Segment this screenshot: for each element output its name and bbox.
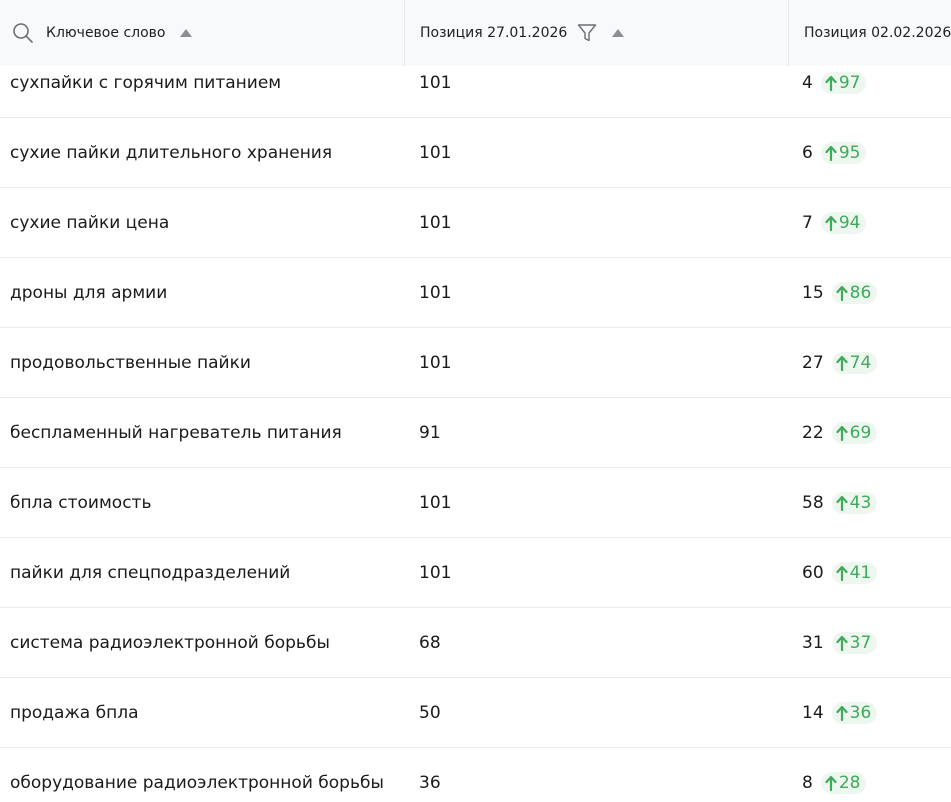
sort-asc-icon[interactable] [180, 29, 193, 37]
keyword-cell: сухие пайки длительного хранения [10, 142, 333, 163]
arrow-up-icon [836, 705, 848, 721]
position-2-value: 8 [802, 772, 813, 793]
table-row: дроны для армии 101 15 86 [0, 258, 951, 328]
position-2-cell: 31 37 [802, 608, 951, 677]
header-position-2-label[interactable]: Позиция 02.02.2026 [804, 25, 951, 41]
keyword-cell: продажа бпла [10, 702, 139, 723]
position-change-value: 95 [838, 142, 861, 163]
position-2-cell: 7 94 [802, 188, 951, 257]
position-1-cell: 101 [419, 492, 452, 513]
table-row: оборудование радиоэлектронной борьбы 36 … [0, 748, 951, 802]
position-2-cell: 14 36 [802, 678, 951, 747]
table-row: сухие пайки длительного хранения 101 6 9… [0, 118, 951, 188]
arrow-up-icon [825, 215, 837, 231]
position-change-badge: 41 [831, 561, 878, 584]
position-2-cell: 60 41 [802, 538, 951, 607]
position-1-cell: 50 [419, 702, 441, 723]
arrow-up-icon [825, 75, 837, 91]
keyword-cell: система радиоэлектронной борьбы [10, 632, 330, 653]
search-icon[interactable] [12, 22, 34, 44]
position-change-value: 97 [838, 72, 861, 93]
arrow-up-icon [825, 775, 837, 791]
keyword-cell: сухие пайки цена [10, 212, 170, 233]
keyword-cell: продовольственные пайки [10, 352, 251, 373]
sort-asc-icon[interactable] [612, 29, 625, 37]
table-row: система радиоэлектронной борьбы 68 31 37 [0, 608, 951, 678]
position-1-cell: 101 [419, 212, 452, 233]
position-change-badge: 28 [820, 771, 867, 794]
position-1-cell: 68 [419, 632, 441, 653]
arrow-up-icon [836, 635, 848, 651]
keyword-cell: дроны для армии [10, 282, 168, 303]
position-2-cell: 15 86 [802, 258, 951, 327]
position-1-cell: 91 [419, 422, 441, 443]
position-change-badge: 97 [820, 71, 867, 94]
table-row: продовольственные пайки 101 27 74 [0, 328, 951, 398]
header-keyword-label[interactable]: Ключевое слово [46, 25, 165, 41]
position-2-cell: 8 28 [802, 748, 951, 802]
table-body: сухпайки с горячим питанием 101 4 97 сух… [0, 48, 951, 802]
header-position-2: Позиция 02.02.2026 [788, 0, 951, 66]
position-1-cell: 101 [419, 352, 452, 373]
arrow-up-icon [825, 145, 837, 161]
table-row: беспламенный нагреватель питания 91 22 6… [0, 398, 951, 468]
arrow-up-icon [836, 495, 848, 511]
position-change-badge: 74 [831, 351, 878, 374]
position-change-value: 69 [849, 422, 872, 443]
table-row: бпла стоимость 101 58 43 [0, 468, 951, 538]
table-row: продажа бпла 50 14 36 [0, 678, 951, 748]
position-change-value: 43 [849, 492, 872, 513]
arrow-up-icon [836, 565, 848, 581]
arrow-up-icon [836, 425, 848, 441]
arrow-up-icon [836, 285, 848, 301]
position-2-value: 4 [802, 72, 813, 93]
keyword-cell: оборудование радиоэлектронной борьбы [10, 772, 384, 793]
header-position-1: Позиция 27.01.2026 [404, 0, 788, 66]
table-row: сухие пайки цена 101 7 94 [0, 188, 951, 258]
position-change-badge: 37 [831, 631, 878, 654]
position-2-value: 7 [802, 212, 813, 233]
position-1-cell: 101 [419, 282, 452, 303]
position-change-badge: 95 [820, 141, 867, 164]
keyword-cell: беспламенный нагреватель питания [10, 422, 342, 443]
position-2-value: 22 [802, 422, 824, 443]
position-change-value: 94 [838, 212, 861, 233]
position-2-value: 27 [802, 352, 824, 373]
position-2-value: 60 [802, 562, 824, 583]
position-change-value: 74 [849, 352, 872, 373]
keyword-cell: бпла стоимость [10, 492, 152, 513]
position-2-value: 14 [802, 702, 824, 723]
header-keyword: Ключевое слово [0, 0, 404, 66]
position-2-cell: 22 69 [802, 398, 951, 467]
table-row: пайки для спецподразделений 101 60 41 [0, 538, 951, 608]
position-change-badge: 94 [820, 211, 867, 234]
position-change-badge: 86 [831, 281, 878, 304]
position-change-value: 36 [849, 702, 872, 723]
position-2-cell: 6 95 [802, 118, 951, 187]
position-2-value: 58 [802, 492, 824, 513]
position-2-cell: 58 43 [802, 468, 951, 537]
table-header: Ключевое слово Позиция 27.01.2026 Позици… [0, 0, 951, 66]
header-position-1-label[interactable]: Позиция 27.01.2026 [420, 25, 567, 41]
position-2-value: 31 [802, 632, 824, 653]
position-change-badge: 69 [831, 421, 878, 444]
position-1-cell: 36 [419, 772, 441, 793]
position-2-value: 6 [802, 142, 813, 163]
position-change-value: 86 [849, 282, 872, 303]
position-change-value: 41 [849, 562, 872, 583]
position-1-cell: 101 [419, 142, 452, 163]
positions-table: сухпайки с горячим питанием 101 4 97 сух… [0, 0, 951, 802]
filter-icon[interactable] [577, 23, 597, 43]
position-change-value: 37 [849, 632, 872, 653]
position-2-value: 15 [802, 282, 824, 303]
position-change-badge: 43 [831, 491, 878, 514]
position-1-cell: 101 [419, 562, 452, 583]
keyword-cell: пайки для спецподразделений [10, 562, 291, 583]
arrow-up-icon [836, 355, 848, 371]
position-change-value: 28 [838, 772, 861, 793]
position-2-cell: 27 74 [802, 328, 951, 397]
position-change-badge: 36 [831, 701, 878, 724]
